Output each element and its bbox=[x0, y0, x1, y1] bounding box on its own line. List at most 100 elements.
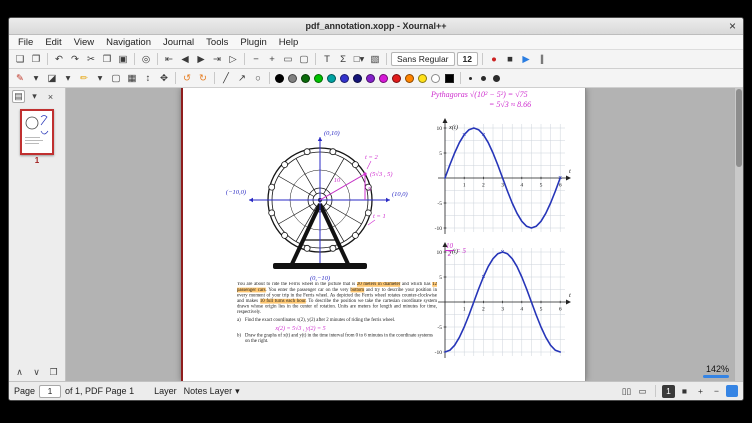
zoom-100-button[interactable]: ▢ bbox=[297, 52, 312, 67]
menu-tools[interactable]: Tools bbox=[200, 37, 234, 48]
zoom-slider-bar[interactable] bbox=[703, 375, 729, 378]
eraser-tool-button[interactable]: ◪ bbox=[45, 71, 60, 86]
search-button[interactable]: ◎ bbox=[139, 52, 154, 67]
thickness-thick-button[interactable] bbox=[490, 71, 503, 86]
image-tool-button[interactable]: ▧ bbox=[368, 52, 383, 67]
font-name-selector[interactable]: Sans Regular bbox=[391, 52, 455, 66]
zoom-original-button[interactable]: 1 bbox=[662, 385, 675, 398]
text-run: and which has bbox=[400, 282, 432, 287]
save-file-button[interactable]: ❐ bbox=[29, 52, 44, 67]
menu-navigation[interactable]: Navigation bbox=[100, 37, 157, 48]
select-region-button[interactable]: ▢ bbox=[109, 71, 124, 86]
color-teal[interactable] bbox=[327, 74, 336, 83]
svg-text:6: 6 bbox=[559, 183, 562, 189]
zoom-fit-width-button[interactable]: ■ bbox=[678, 385, 691, 398]
scroll-up-button[interactable]: ∧ bbox=[13, 366, 26, 379]
thickness-fine-button[interactable] bbox=[464, 71, 477, 86]
svg-text:×: × bbox=[481, 132, 485, 139]
menu-view[interactable]: View bbox=[68, 37, 100, 48]
play-audio-button[interactable]: ▶ bbox=[518, 52, 533, 67]
color-chooser-button[interactable] bbox=[445, 74, 454, 83]
color-white[interactable] bbox=[431, 74, 440, 83]
next-annotated-page-button[interactable]: ▷ bbox=[226, 52, 241, 67]
color-blue[interactable] bbox=[340, 74, 349, 83]
eraser-options-dropdown[interactable]: ▾ bbox=[61, 71, 76, 86]
ruler-button[interactable]: ╱ bbox=[219, 71, 234, 86]
color-gray[interactable] bbox=[288, 74, 297, 83]
color-red[interactable] bbox=[392, 74, 401, 83]
color-black[interactable] bbox=[275, 74, 284, 83]
ellipse-tool-button[interactable]: ○ bbox=[251, 71, 266, 86]
pen-options-dropdown[interactable]: ▾ bbox=[29, 71, 44, 86]
last-page-button[interactable]: ⇥ bbox=[210, 52, 225, 67]
font-size-selector[interactable]: 12 bbox=[457, 52, 478, 66]
copy-button[interactable]: ❒ bbox=[100, 52, 115, 67]
next-page-button[interactable]: ▶ bbox=[194, 52, 209, 67]
hand-tool-button[interactable]: ✥ bbox=[157, 71, 172, 86]
color-yellow[interactable] bbox=[418, 74, 427, 83]
default-tool-button[interactable]: ↺ bbox=[180, 71, 195, 86]
color-green[interactable] bbox=[314, 74, 323, 83]
select-object-button[interactable]: ▦ bbox=[125, 71, 140, 86]
pause-audio-button[interactable]: ∥ bbox=[534, 52, 549, 67]
menu-file[interactable]: File bbox=[12, 37, 39, 48]
preview-tab-icon[interactable]: ▤ bbox=[12, 90, 25, 103]
zoom-out-button[interactable]: − bbox=[249, 52, 264, 67]
zoom-in-button[interactable]: + bbox=[694, 385, 707, 398]
chevron-down-icon: ▾ bbox=[235, 386, 240, 397]
highlighter-tool-button[interactable]: ✏ bbox=[77, 71, 92, 86]
menu-edit[interactable]: Edit bbox=[39, 37, 67, 48]
zoom-fit-button[interactable]: ▭ bbox=[281, 52, 296, 67]
close-window-button[interactable]: × bbox=[729, 19, 736, 33]
color-dark-green[interactable] bbox=[301, 74, 310, 83]
document-canvas[interactable]: Pythagoras √(10² − 5²) = √75 = 5√3 ≈ 8.6… bbox=[66, 88, 743, 381]
color-navy[interactable] bbox=[353, 74, 362, 83]
single-page-toggle[interactable]: ▭ bbox=[636, 385, 649, 398]
open-file-button[interactable]: ❏ bbox=[13, 52, 28, 67]
redo-button[interactable]: ↷ bbox=[68, 52, 83, 67]
highlighter-options-dropdown[interactable]: ▾ bbox=[93, 71, 108, 86]
layer-selector[interactable]: Notes Layer ▾ bbox=[181, 386, 243, 397]
scrollbar-thumb[interactable] bbox=[736, 89, 742, 167]
color-purple[interactable] bbox=[366, 74, 375, 83]
svg-text:x(t): x(t) bbox=[448, 124, 458, 131]
vertical-scrollbar[interactable] bbox=[734, 88, 743, 381]
text-tool-button[interactable]: T bbox=[320, 52, 335, 67]
menu-plugin[interactable]: Plugin bbox=[234, 37, 272, 48]
dual-page-toggle[interactable]: ▯▯ bbox=[620, 385, 633, 398]
page-thumbnail[interactable] bbox=[20, 109, 54, 155]
stop-audio-button[interactable]: ■ bbox=[502, 52, 517, 67]
cut-button[interactable]: ✂ bbox=[84, 52, 99, 67]
color-orange[interactable] bbox=[405, 74, 414, 83]
chevron-down-icon[interactable]: ▾ bbox=[28, 90, 41, 103]
paste-button[interactable]: ▣ bbox=[116, 52, 131, 67]
shapes-dropdown-button[interactable]: □▾ bbox=[352, 52, 367, 67]
thickness-medium-button[interactable] bbox=[477, 71, 490, 86]
record-audio-button[interactable]: ● bbox=[486, 52, 501, 67]
menu-help[interactable]: Help bbox=[273, 37, 305, 48]
pen-tool-button[interactable]: ✎ bbox=[13, 71, 28, 86]
math-tex-button[interactable]: Σ bbox=[336, 52, 351, 67]
prev-page-button[interactable]: ◀ bbox=[178, 52, 193, 67]
color-magenta[interactable] bbox=[379, 74, 388, 83]
undo-button[interactable]: ↶ bbox=[52, 52, 67, 67]
thumbnail-page-number: 1 bbox=[9, 156, 65, 165]
zoom-out-button[interactable]: − bbox=[710, 385, 723, 398]
menu-journal[interactable]: Journal bbox=[157, 37, 200, 48]
scroll-down-button[interactable]: ∨ bbox=[30, 366, 43, 379]
zoom-in-button[interactable]: + bbox=[265, 52, 280, 67]
main-area: ▤ ▾ × 1 ∧ ∨ ❐ bbox=[9, 88, 743, 381]
vertical-space-button[interactable]: ↕ bbox=[141, 71, 156, 86]
touch-mode-indicator[interactable] bbox=[726, 385, 738, 397]
page-number-input[interactable]: 1 bbox=[39, 385, 61, 398]
item-b-text: Draw the graphs of x(t) and y(t) in the … bbox=[245, 333, 437, 344]
pdf-page[interactable]: Pythagoras √(10² − 5²) = √75 = 5√3 ≈ 8.6… bbox=[181, 88, 586, 381]
titlebar[interactable]: pdf_annotation.xopp - Xournal++ × bbox=[9, 18, 743, 35]
close-sidebar-icon[interactable]: × bbox=[44, 90, 57, 103]
first-page-button[interactable]: ⇤ bbox=[162, 52, 177, 67]
svg-text:10: 10 bbox=[437, 250, 443, 256]
item-a-marker: a) bbox=[237, 318, 245, 324]
duplicate-page-button[interactable]: ❐ bbox=[47, 366, 60, 379]
shape-recognizer-button[interactable]: ↻ bbox=[196, 71, 211, 86]
arrow-tool-button[interactable]: ↗ bbox=[235, 71, 250, 86]
